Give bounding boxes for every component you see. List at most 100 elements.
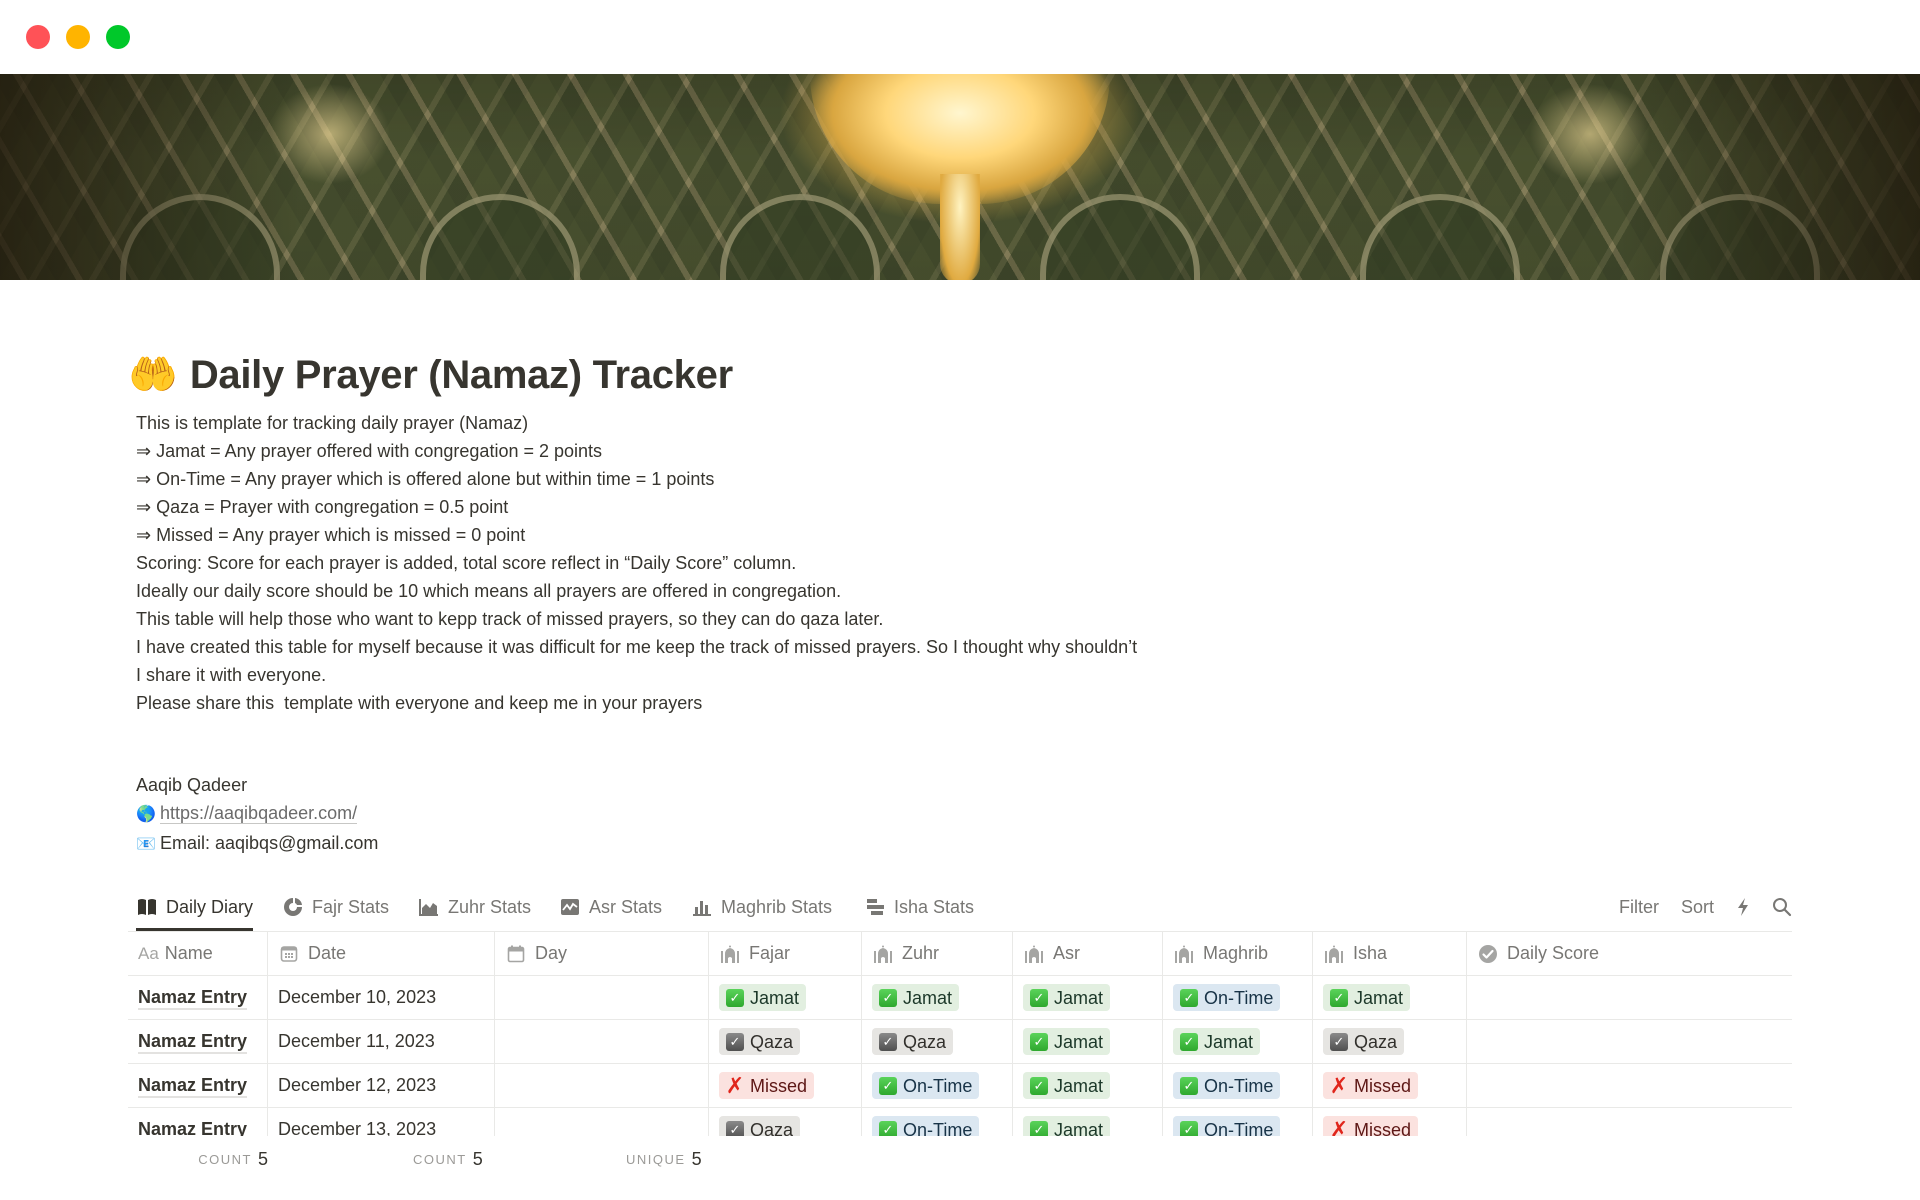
entry-name-link[interactable]: Namaz Entry	[138, 1118, 247, 1137]
status-tag[interactable]: ✓ On-Time	[1173, 1072, 1281, 1099]
status-tag[interactable]: ✓ Jamat	[1173, 1028, 1261, 1055]
author-website-link[interactable]: https://aaqibqadeer.com/	[160, 803, 358, 824]
cell-day[interactable]	[495, 1020, 709, 1063]
status-label: On-Time	[1204, 1075, 1274, 1096]
cell-asr[interactable]: ✓ Jamat	[1013, 1108, 1163, 1136]
search-button[interactable]	[1772, 897, 1792, 917]
status-tag[interactable]: ✓ On-Time	[1173, 1116, 1281, 1136]
column-header-day[interactable]: Day	[495, 932, 709, 975]
cell-daily-score[interactable]	[1467, 1020, 1792, 1063]
cell-zuhr[interactable]: ✓ On-Time	[862, 1064, 1013, 1107]
entry-name-link[interactable]: Namaz Entry	[138, 1030, 248, 1054]
cell-date[interactable]: December 11, 2023	[268, 1020, 495, 1063]
cell-daily-score[interactable]	[1467, 976, 1792, 1019]
cell-maghrib[interactable]: ✓ On-Time	[1163, 1064, 1313, 1107]
cell-daily-score[interactable]	[1467, 1108, 1792, 1136]
cell-fajar[interactable]: ✓ Qaza	[709, 1020, 862, 1063]
cell-zuhr[interactable]: ✓ Qaza	[862, 1020, 1013, 1063]
tab-maghrib-stats[interactable]: Maghrib Stats	[691, 883, 832, 931]
calc-date-count[interactable]: COUNT 5	[268, 1144, 495, 1174]
banner-arch	[1040, 194, 1200, 280]
calc-day-unique[interactable]: UNIQUE 5	[495, 1144, 709, 1174]
table-row[interactable]: Namaz Entry December 10, 2023 ✓ Jamat ✓ Jamat…	[128, 976, 1792, 1020]
palms-up-icon[interactable]: 🤲	[128, 355, 178, 395]
tab-label: Fajr Stats	[312, 896, 390, 917]
cell-isha[interactable]: ✓ Jamat	[1313, 976, 1467, 1019]
cell-asr[interactable]: ✓ Jamat	[1013, 1020, 1163, 1063]
cell-asr[interactable]: ✓ Jamat	[1013, 1064, 1163, 1107]
automation-button[interactable]	[1736, 897, 1750, 917]
cell-fajar[interactable]: ✗ Missed	[709, 1064, 862, 1107]
cell-maghrib[interactable]: ✓ Jamat	[1163, 1020, 1313, 1063]
column-header-fajar[interactable]: Fajar	[709, 932, 862, 975]
status-tag[interactable]: ✓ Jamat	[1023, 1028, 1111, 1055]
cell-name[interactable]: Namaz Entry	[128, 1020, 268, 1063]
tab-asr-stats[interactable]: Asr Stats	[559, 883, 662, 931]
column-header-name[interactable]: Aa Name	[128, 932, 268, 975]
status-tag[interactable]: ✓ On-Time	[1173, 984, 1281, 1011]
status-tag[interactable]: ✓ On-Time	[872, 1116, 980, 1136]
column-header-date[interactable]: Date	[268, 932, 495, 975]
description-line: I have created this table for myself bec…	[136, 637, 1143, 685]
status-tag[interactable]: ✓ Jamat	[1023, 1116, 1111, 1136]
cell-day[interactable]	[495, 1108, 709, 1136]
page-description: This is template for tracking daily pray…	[136, 409, 1156, 717]
entry-name-link[interactable]: Namaz Entry	[138, 986, 248, 1010]
cell-isha[interactable]: ✗ Missed	[1313, 1064, 1467, 1107]
status-label: Missed	[750, 1075, 808, 1096]
column-header-asr[interactable]: Asr	[1013, 932, 1163, 975]
status-tag[interactable]: ✗ Missed	[719, 1072, 815, 1099]
tab-zuhr-stats[interactable]: Zuhr Stats	[418, 883, 531, 931]
cell-date[interactable]: December 10, 2023	[268, 976, 495, 1019]
calc-value: 5	[691, 1148, 702, 1169]
cell-isha[interactable]: ✓ Qaza	[1313, 1020, 1467, 1063]
cell-maghrib[interactable]: ✓ On-Time	[1163, 976, 1313, 1019]
status-tag[interactable]: ✓ Jamat	[872, 984, 960, 1011]
status-tag[interactable]: ✗ Missed	[1323, 1116, 1419, 1136]
tab-isha-stats[interactable]: Isha Stats	[864, 883, 974, 931]
cell-day[interactable]	[495, 976, 709, 1019]
cell-day[interactable]	[495, 1064, 709, 1107]
cell-isha[interactable]: ✗ Missed	[1313, 1108, 1467, 1136]
table-row[interactable]: Namaz Entry December 13, 2023 ✓ Qaza ✓ On-Tim…	[128, 1108, 1792, 1136]
cell-name[interactable]: Namaz Entry	[128, 1064, 268, 1107]
tab-fajr-stats[interactable]: Fajr Stats	[282, 883, 389, 931]
calc-name-count[interactable]: COUNT 5	[128, 1144, 268, 1174]
zoom-window-button[interactable]	[106, 25, 130, 49]
status-tag[interactable]: ✗ Missed	[1323, 1072, 1419, 1099]
filter-button[interactable]: Filter	[1619, 897, 1659, 918]
cell-name[interactable]: Namaz Entry	[128, 1108, 268, 1136]
status-tag[interactable]: ✓ On-Time	[872, 1072, 980, 1099]
column-header-zuhr[interactable]: Zuhr	[862, 932, 1013, 975]
cell-daily-score[interactable]	[1467, 1064, 1792, 1107]
minimize-window-button[interactable]	[66, 25, 90, 49]
column-header-daily-score[interactable]: Daily Score	[1467, 932, 1792, 975]
status-tag[interactable]: ✓ Qaza	[719, 1116, 801, 1136]
cell-zuhr[interactable]: ✓ Jamat	[862, 976, 1013, 1019]
status-tag[interactable]: ✓ Jamat	[1023, 1072, 1111, 1099]
status-label: Qaza	[903, 1031, 947, 1052]
table-row[interactable]: Namaz Entry December 11, 2023 ✓ Qaza ✓ Qaza ✓ J…	[128, 1020, 1792, 1064]
cell-fajar[interactable]: ✓ Jamat	[709, 976, 862, 1019]
tab-daily-diary[interactable]: Daily Diary	[136, 883, 254, 931]
status-tag[interactable]: ✓ Qaza	[719, 1028, 801, 1055]
page-title-text[interactable]: Daily Prayer (Namaz) Tracker	[190, 353, 733, 398]
cell-date[interactable]: December 13, 2023	[268, 1108, 495, 1136]
cell-name[interactable]: Namaz Entry	[128, 976, 268, 1019]
status-tag[interactable]: ✓ Jamat	[719, 984, 807, 1011]
cell-fajar[interactable]: ✓ Qaza	[709, 1108, 862, 1136]
status-tag[interactable]: ✓ Jamat	[1323, 984, 1411, 1011]
cell-zuhr[interactable]: ✓ On-Time	[862, 1108, 1013, 1136]
status-tag[interactable]: ✓ Qaza	[1323, 1028, 1405, 1055]
sort-button[interactable]: Sort	[1681, 897, 1714, 918]
column-header-maghrib[interactable]: Maghrib	[1163, 932, 1313, 975]
column-header-isha[interactable]: Isha	[1313, 932, 1467, 975]
cell-asr[interactable]: ✓ Jamat	[1013, 976, 1163, 1019]
entry-name-link[interactable]: Namaz Entry	[138, 1074, 248, 1098]
status-tag[interactable]: ✓ Qaza	[872, 1028, 954, 1055]
cell-maghrib[interactable]: ✓ On-Time	[1163, 1108, 1313, 1136]
table-row[interactable]: Namaz Entry December 12, 2023 ✗ Missed ✓ On-T…	[128, 1064, 1792, 1108]
cell-date[interactable]: December 12, 2023	[268, 1064, 495, 1107]
status-tag[interactable]: ✓ Jamat	[1023, 984, 1111, 1011]
close-window-button[interactable]	[26, 25, 50, 49]
